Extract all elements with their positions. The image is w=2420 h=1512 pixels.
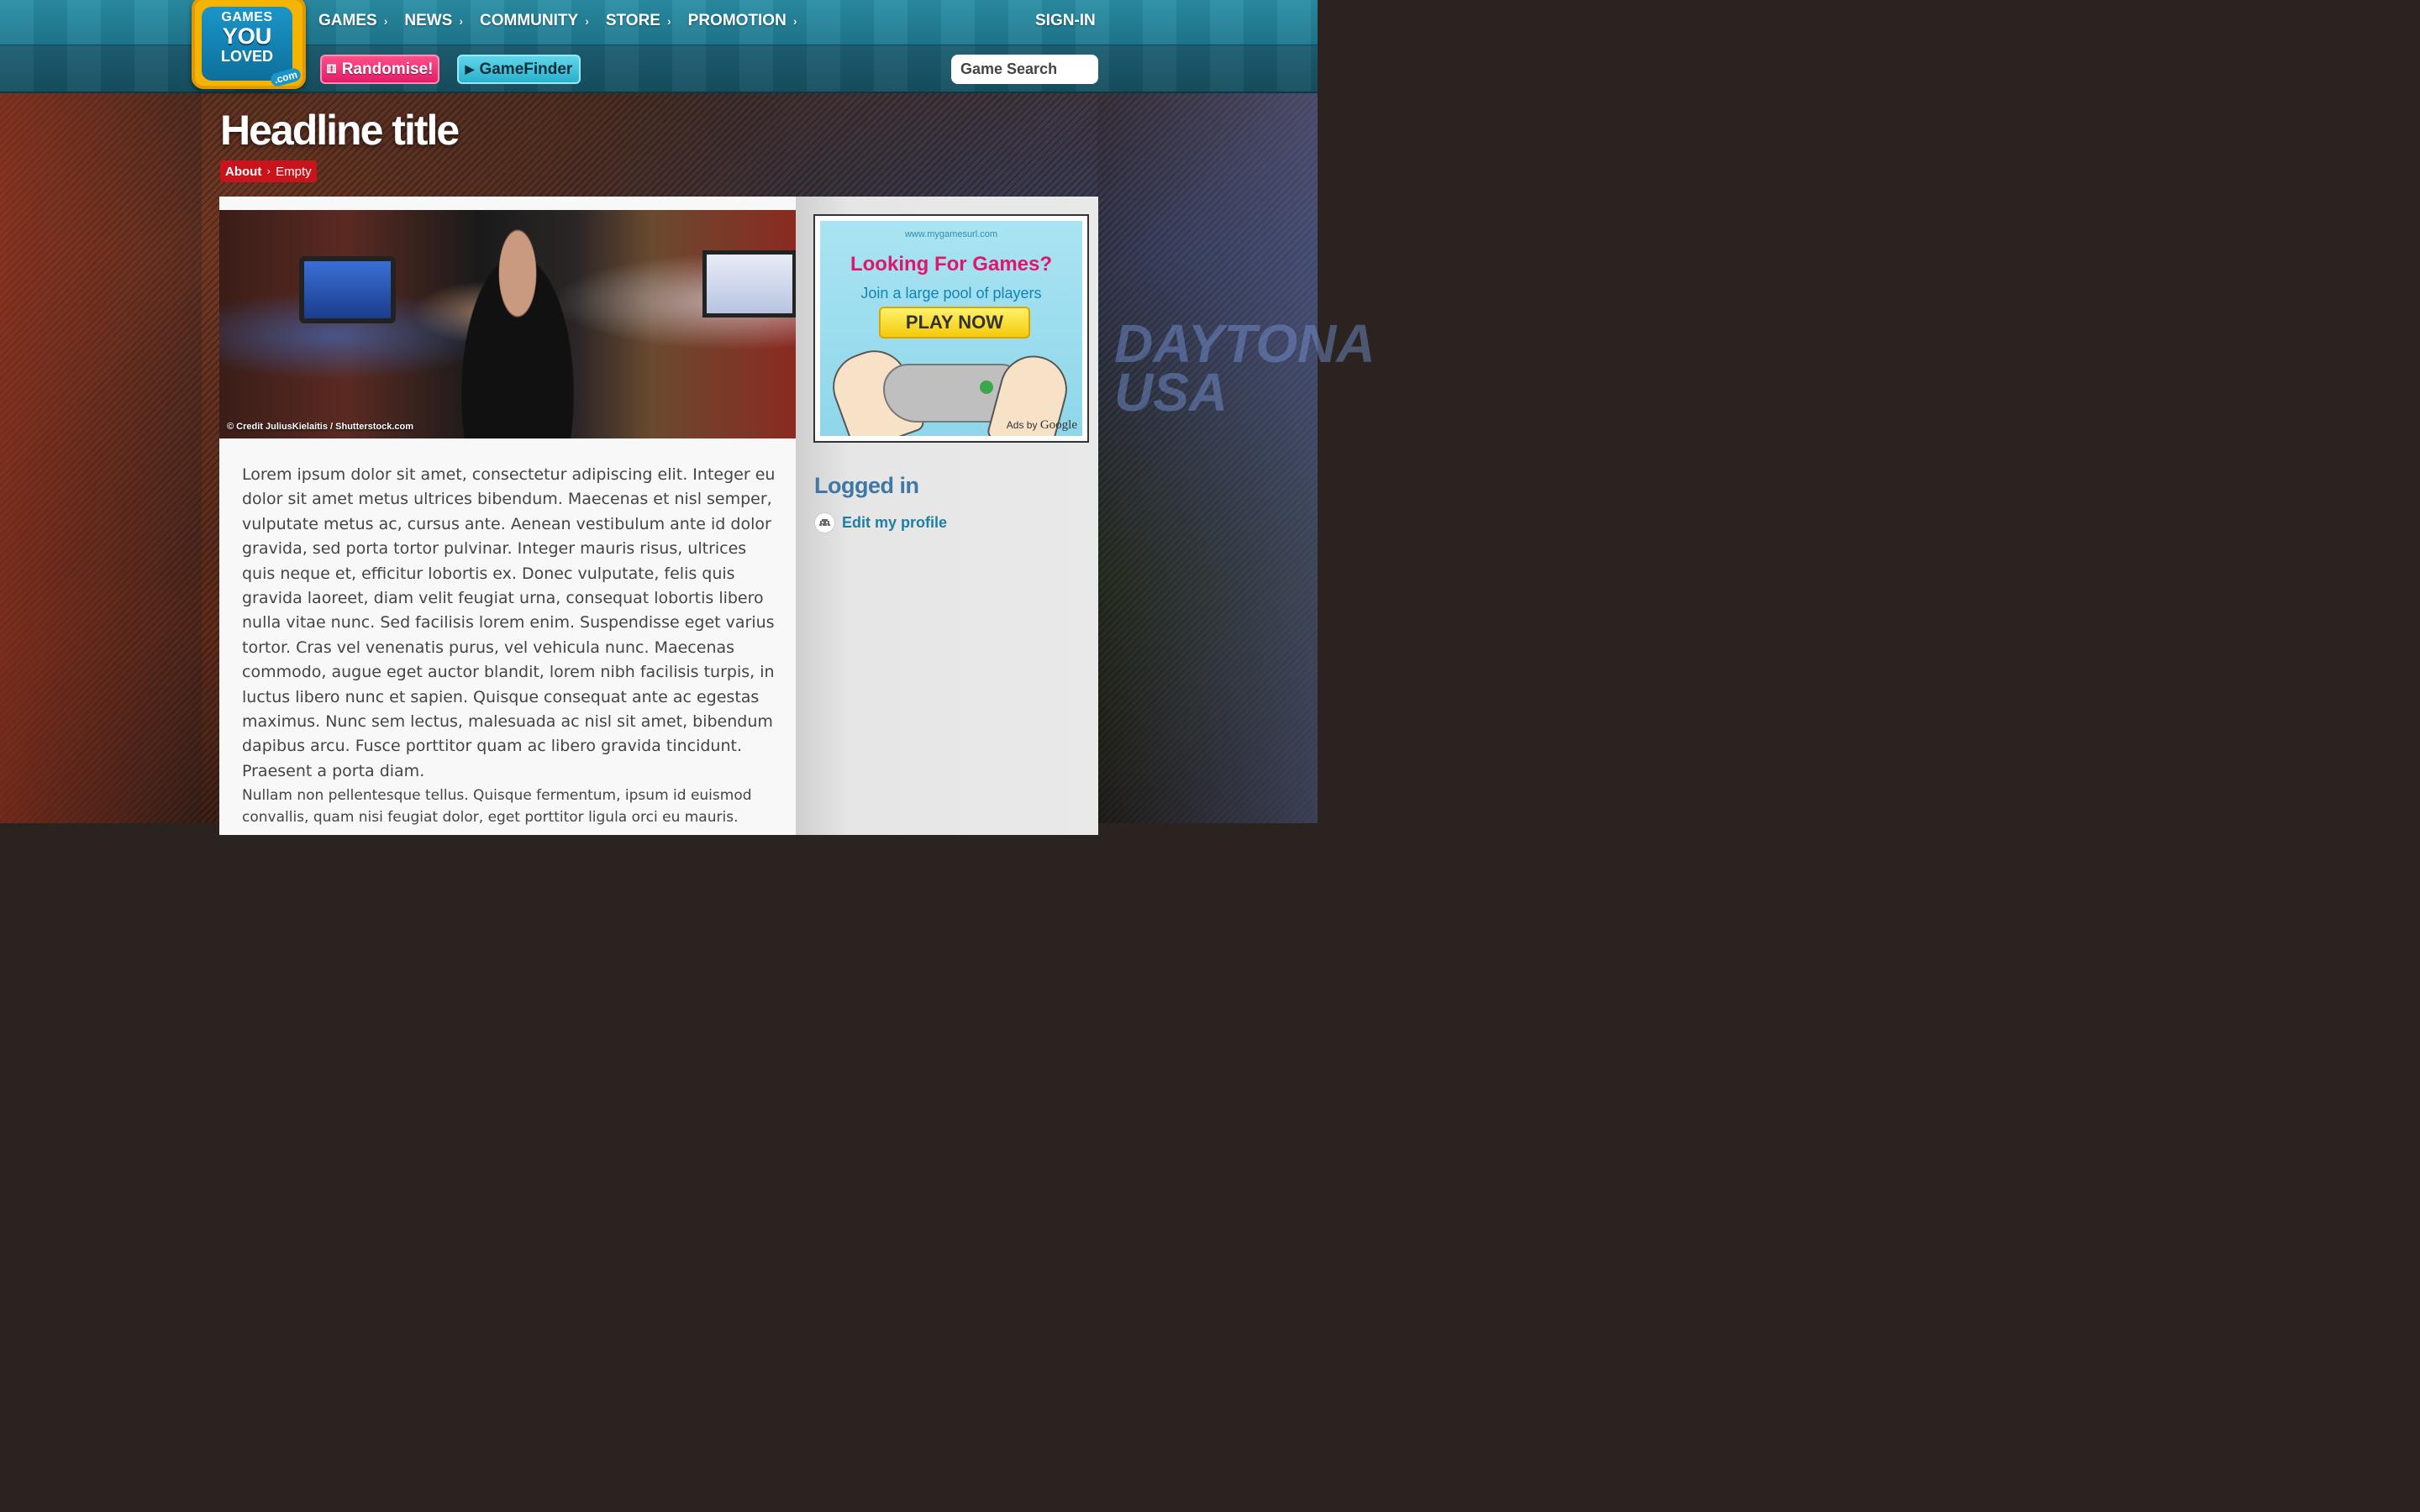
ad-attribution-label: Ads by [1006,419,1038,431]
logo-text-loved: LOVED [220,48,273,65]
hero-arcade-screen [299,256,396,323]
ad-banner[interactable]: www.mygamesurl.com Looking For Games? Jo… [813,214,1089,443]
article-paragraph: Lorem ipsum dolor sit amet, consectetur … [242,465,776,780]
hero-arcade-screen [702,250,796,318]
search-input[interactable] [951,55,1098,84]
logo-text-you: YOU [222,24,272,49]
hero-image: © Credit JuliusKielaitis / Shutterstock.… [219,210,796,438]
randomise-label: Randomise! [341,60,434,78]
background-cabinet-left [0,92,202,823]
chevron-right-icon: › [792,14,797,28]
site-logo[interactable]: GAMES YOU LOVED .com [192,0,306,89]
space-invader-glyph [819,518,830,526]
nav-item-store[interactable]: STORE › [606,12,671,30]
nav-item-community[interactable]: COMMUNITY › [480,12,589,30]
article: © Credit JuliusKielaitis / Shutterstock.… [219,197,796,835]
logo-text-com: .com [269,66,302,88]
breadcrumb-parent[interactable]: About [225,165,261,179]
gamepad-button-illustration [980,381,993,394]
ad-subtitle: Join a large pool of players [860,285,1042,302]
game-search [951,55,1098,84]
breadcrumb: About › Empty [220,160,317,182]
nav-item-label: GAMES [318,12,377,29]
ad-attribution-brand: Google [1039,418,1077,432]
chevron-right-icon: › [459,14,464,28]
ad-creative: www.mygamesurl.com Looking For Games? Jo… [820,221,1082,436]
gamefinder-label: GameFinder [479,60,573,78]
nav-item-promotion[interactable]: PROMOTION › [688,12,797,30]
nav-item-label: COMMUNITY [480,12,579,29]
dice-icon: ⚅ [326,62,337,76]
background-cabinet-text: DAYTONA USA [1114,313,1374,423]
article-paragraph: Nullam non pellentesque tellus. Quisque … [242,787,752,826]
chevron-right-icon: › [266,165,271,177]
chevron-right-icon: › [383,14,388,28]
edit-profile-label: Edit my profile [842,514,948,531]
nav-item-label: NEWS [404,12,453,29]
nav-item-games[interactable]: GAMES › [318,12,387,30]
nav-item-label: PROMOTION [687,12,786,29]
chevron-right-icon: › [585,14,589,28]
hero-person [446,218,589,438]
ad-play-now-button[interactable]: PLAY NOW [879,307,1030,339]
chevron-right-icon: › [666,14,671,28]
background-cabinet-right [1097,92,1318,823]
ad-url: www.mygamesurl.com [904,229,998,239]
logged-in-title: Logged in [814,473,919,498]
gamefinder-button[interactable]: ▶ GameFinder [457,55,581,84]
logo-screen: GAMES YOU LOVED .com [202,7,302,88]
randomise-button[interactable]: ⚅ Randomise! [320,55,439,84]
sign-in-link[interactable]: SIGN-IN [1035,12,1096,30]
ad-title: Looking For Games? [850,253,1053,276]
edit-profile-link[interactable]: Edit my profile [814,512,947,533]
space-invader-icon [814,512,835,533]
nav-item-label: STORE [605,12,660,29]
nav-item-news[interactable]: NEWS › [404,12,463,30]
image-credit: © Credit JuliusKielaitis / Shutterstock.… [227,422,414,432]
ad-attribution[interactable]: Ads by Google [1007,418,1077,433]
gamepad-icon: ▶ [465,62,475,76]
content-panel: © Credit JuliusKielaitis / Shutterstock.… [219,197,1098,835]
breadcrumb-current: Empty [276,164,312,179]
main-nav: GAMES › NEWS › COMMUNITY › STORE › PROMO… [318,12,813,30]
page-title: Headline title [220,107,460,154]
